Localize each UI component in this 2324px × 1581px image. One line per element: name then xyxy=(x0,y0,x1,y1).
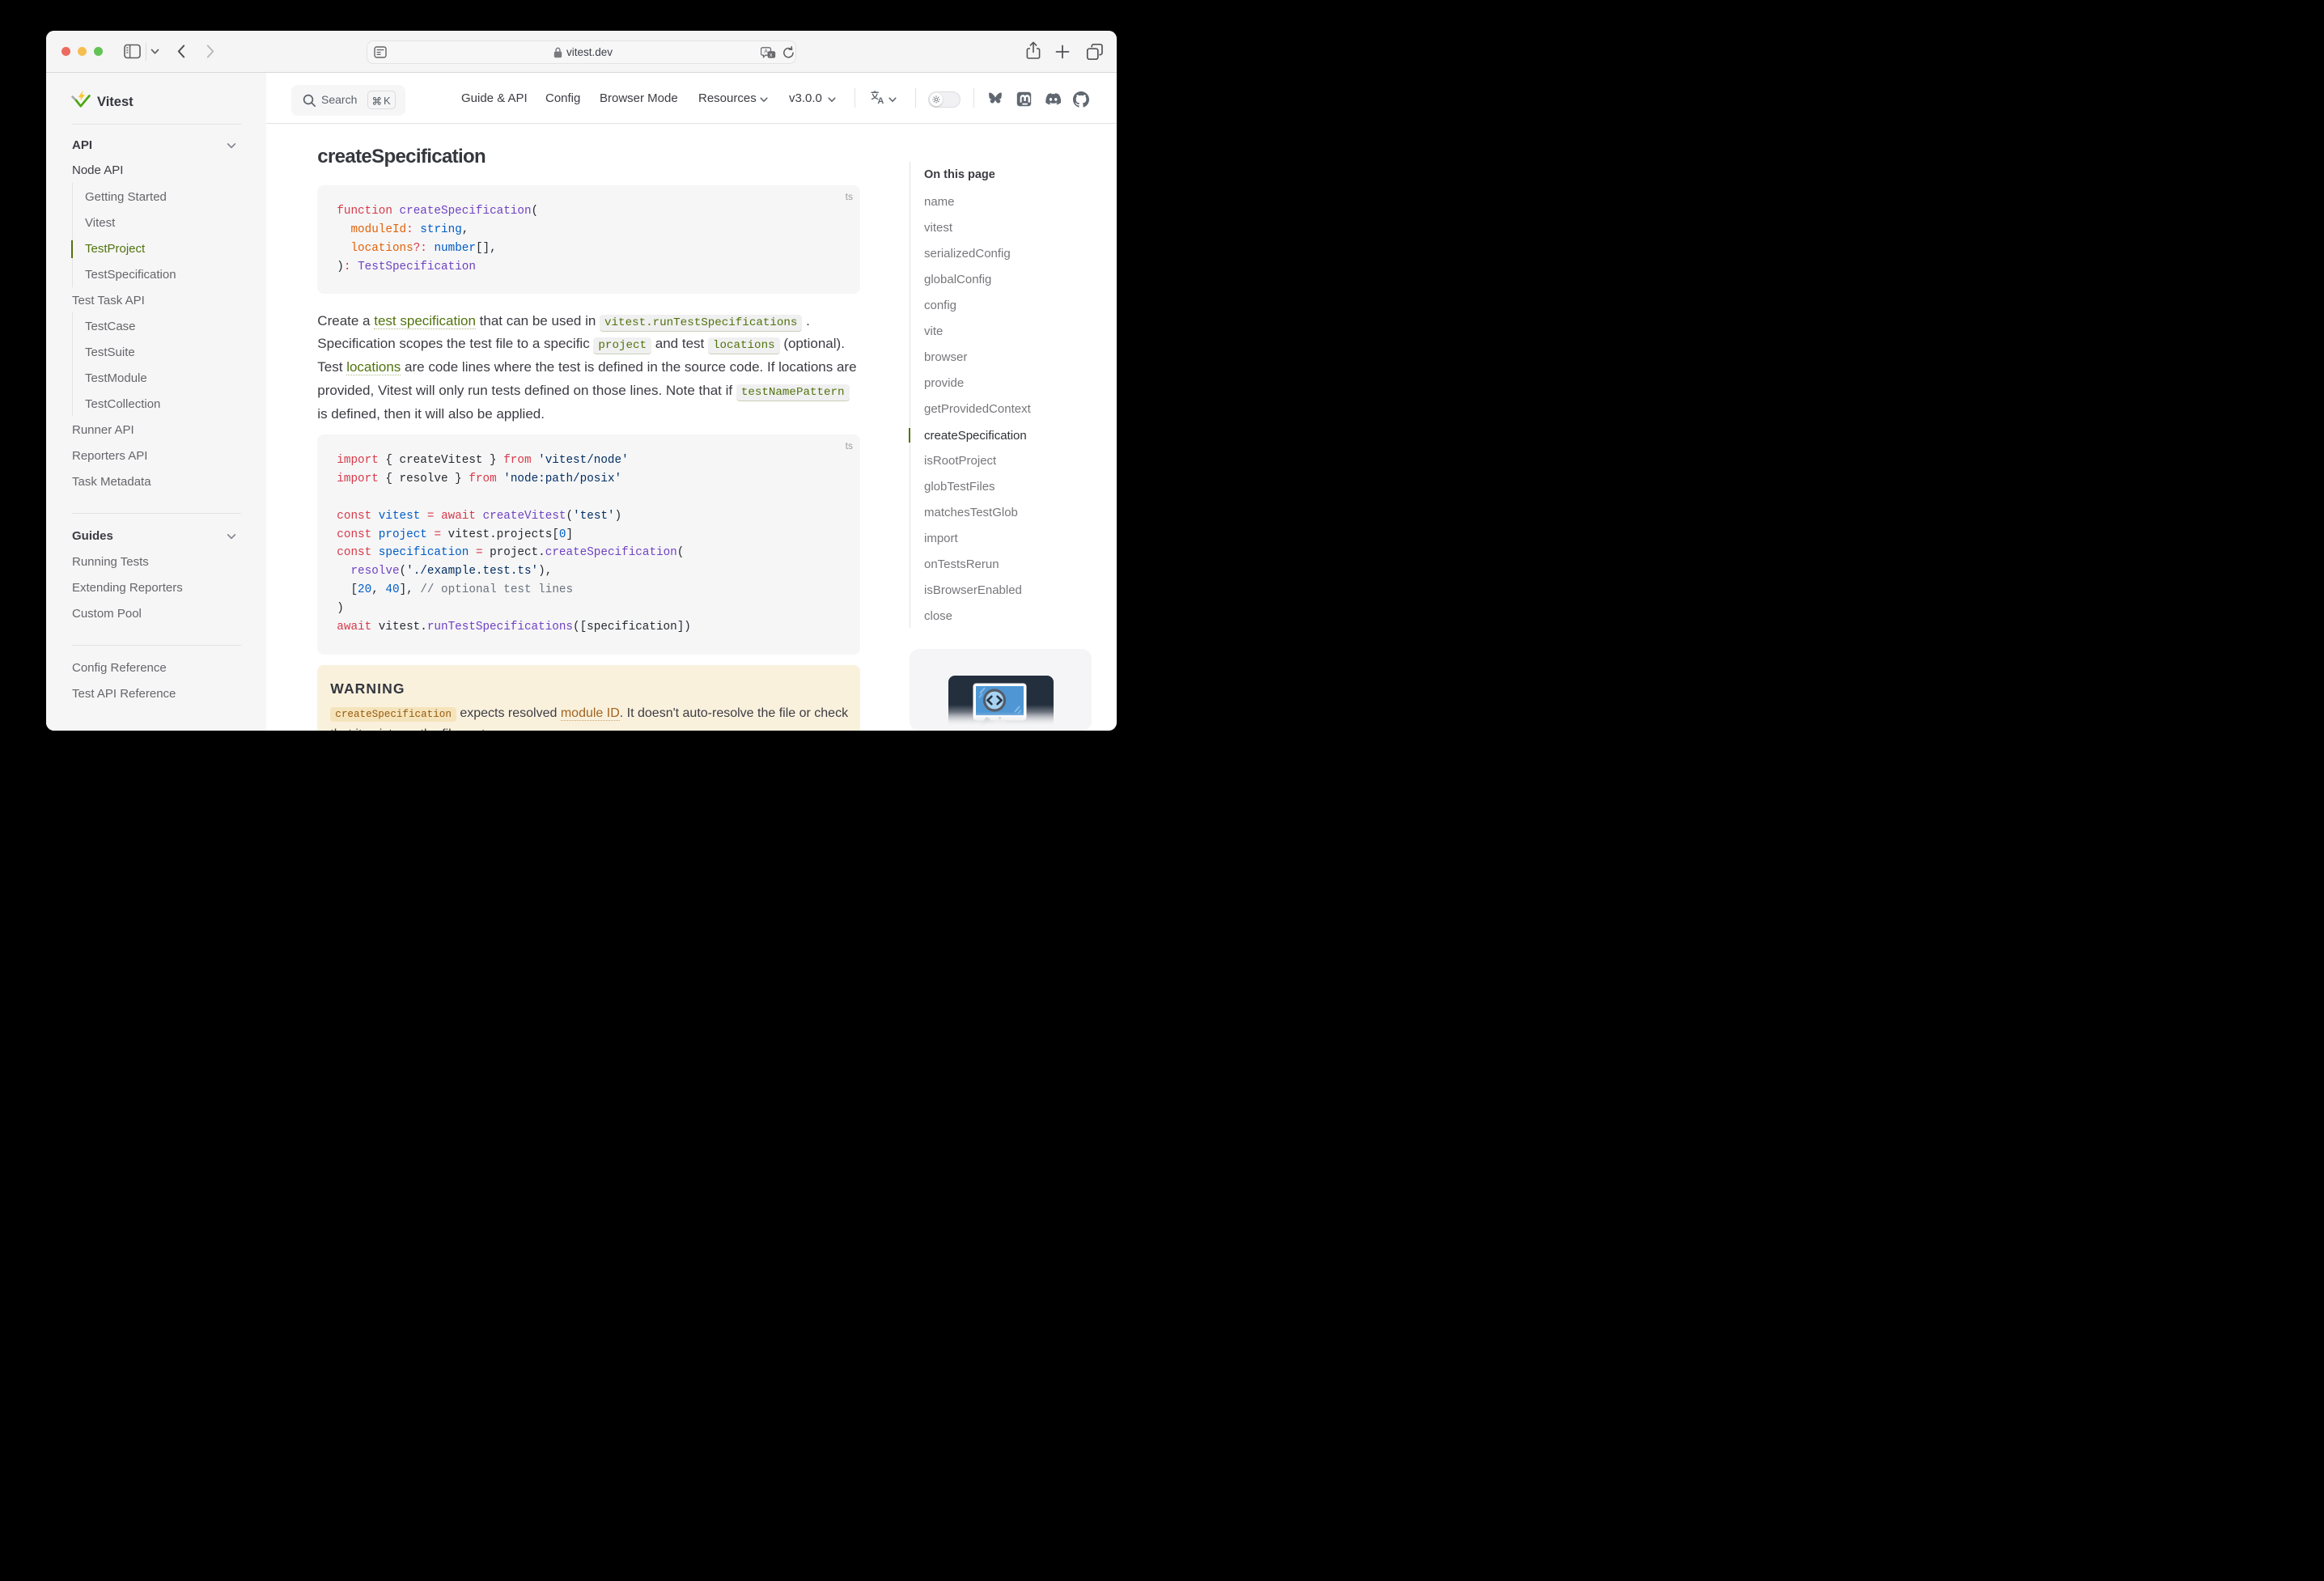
svg-text:x: x xyxy=(770,53,773,58)
svg-text:A: A xyxy=(764,49,768,54)
svg-text:A: A xyxy=(877,96,884,104)
